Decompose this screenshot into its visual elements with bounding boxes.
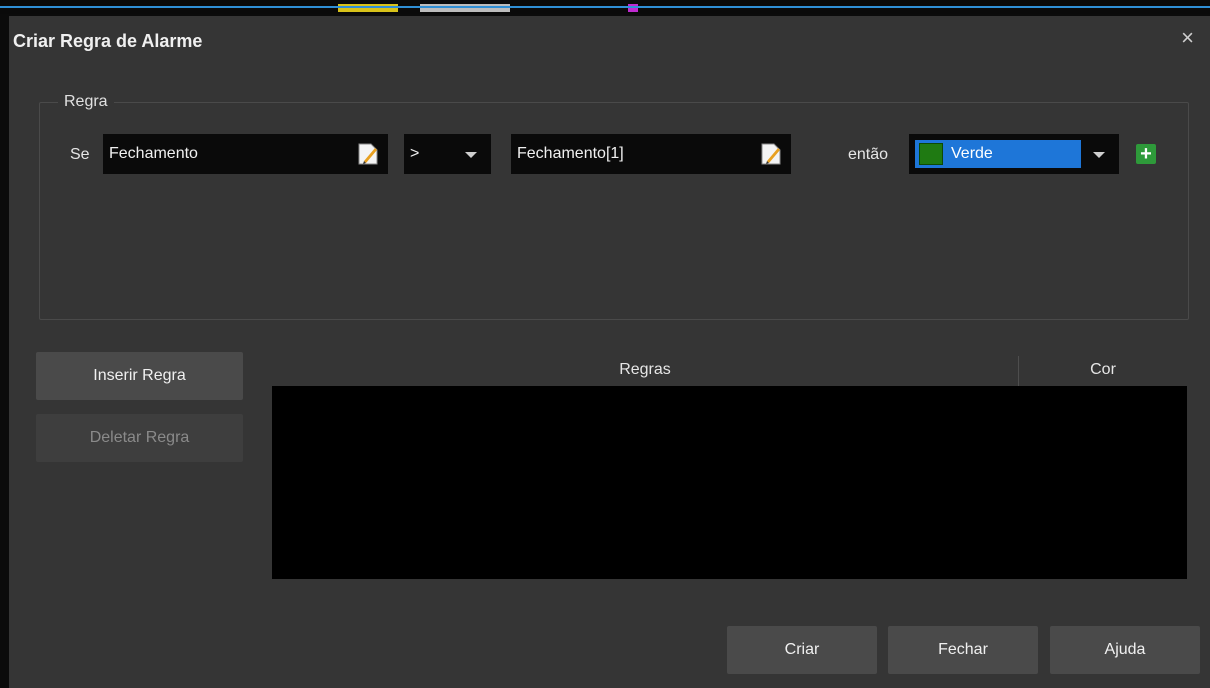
- color-value: Verde: [951, 145, 993, 162]
- create-alarm-rule-dialog: Criar Regra de Alarme × Regra Se Fechame…: [9, 16, 1210, 688]
- insert-rule-button[interactable]: Inserir Regra: [36, 352, 243, 400]
- then-label: então: [848, 146, 889, 163]
- help-button[interactable]: Ajuda: [1050, 626, 1200, 674]
- chevron-down-icon[interactable]: [1093, 152, 1105, 158]
- edit-icon[interactable]: [759, 142, 783, 166]
- edit-icon[interactable]: [356, 142, 380, 166]
- background-accent-line: [0, 6, 1210, 8]
- delete-rule-button[interactable]: Deletar Regra: [36, 414, 243, 462]
- color-selected-item: Verde: [915, 140, 1081, 168]
- close-button[interactable]: Fechar: [888, 626, 1038, 674]
- column-header-rules[interactable]: Regras: [272, 361, 1018, 379]
- color-select[interactable]: Verde: [909, 134, 1119, 174]
- close-icon[interactable]: ×: [1181, 26, 1194, 50]
- left-operand-field[interactable]: Fechamento: [103, 134, 388, 174]
- dialog-title: Criar Regra de Alarme: [13, 31, 203, 51]
- right-operand-value: Fechamento[1]: [517, 145, 624, 162]
- rules-table-body[interactable]: [272, 386, 1187, 579]
- color-swatch: [919, 143, 943, 165]
- chevron-down-icon[interactable]: [465, 152, 477, 158]
- dialog-titlebar: Criar Regra de Alarme ×: [9, 16, 1210, 66]
- add-condition-button[interactable]: +: [1136, 144, 1156, 164]
- rules-table-header: Regras Cor: [272, 356, 1187, 386]
- left-operand-value: Fechamento: [109, 145, 198, 162]
- rule-group-legend: Regra: [58, 93, 114, 111]
- create-button[interactable]: Criar: [727, 626, 877, 674]
- column-header-color[interactable]: Cor: [1019, 361, 1187, 379]
- operator-value: >: [410, 145, 420, 162]
- if-label: Se: [70, 146, 90, 163]
- operator-select[interactable]: >: [404, 134, 491, 174]
- plus-icon: +: [1140, 143, 1152, 165]
- right-operand-field[interactable]: Fechamento[1]: [511, 134, 791, 174]
